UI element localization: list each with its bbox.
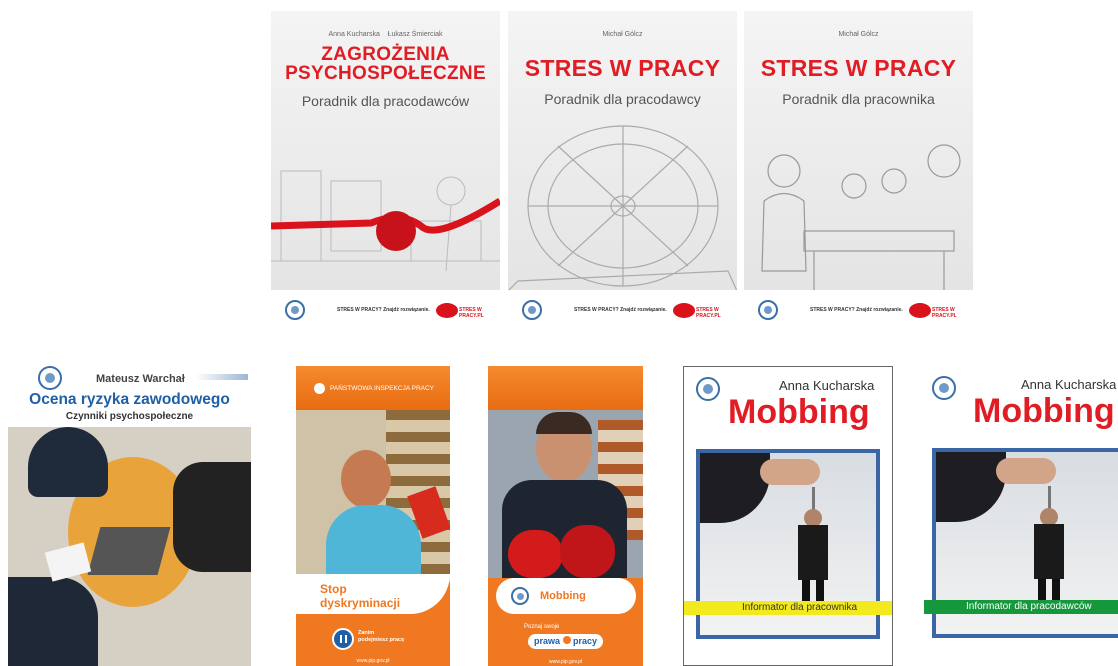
page: { "top_row": [ { "authors": ["Anna Kucha…	[0, 0, 1118, 666]
pip-logo-icon	[522, 300, 542, 320]
footer-badge: STRES W PRACY.PL	[696, 307, 721, 319]
cover-author: Anna Kucharska	[1021, 377, 1117, 392]
leaflet-url: www.pip.gov.pl	[356, 658, 390, 664]
footer-text: STRES W PRACY? Znajdź rozwiązanie.	[337, 307, 430, 313]
hamster-wheel-sketch	[508, 125, 737, 291]
info-band-text: Informator dla pracodawców	[966, 601, 1092, 612]
footer-badge: STRES W PRACY.PL	[459, 307, 484, 319]
pip-logo-icon	[696, 377, 720, 401]
cover-zagrozenia[interactable]: Anna Kucharska Łukasz Śmierciak ZAGROŻEN…	[271, 11, 500, 330]
rope-knot	[376, 211, 416, 251]
leaflet-tag-big: prawa pracy	[528, 634, 604, 649]
cover-subtitle: Czynniki psychospołeczne	[65, 411, 194, 422]
cover-title: ZAGROŻENIA PSYCHOSPOŁECZNE	[285, 44, 486, 84]
woman-photo	[296, 410, 450, 582]
header-stripe	[196, 374, 248, 380]
cover-authors: Michał Gólcz	[838, 31, 879, 38]
cover-subtitle: Poradnik dla pracownika	[782, 91, 935, 107]
leaflet-note: Zanim podejmiesz pracę	[358, 630, 405, 643]
cover-ocena-ryzyka[interactable]: Mateusz Warchał Ocena ryzyka zawodowego …	[8, 366, 251, 666]
leaflet-title: Mobbing	[540, 590, 586, 602]
cover-author: Mateusz Warchał	[96, 373, 185, 385]
pip-logo-icon	[285, 300, 305, 320]
footer-text: STRES W PRACY? Znajdź rozwiązanie.	[810, 307, 903, 313]
sketch-illustration	[271, 170, 500, 272]
cover-title: Ocena ryzyka zawodowego	[29, 391, 230, 408]
cover-title: STRES W PRACY	[524, 55, 721, 81]
cover-title: STRES W PRACY	[760, 55, 957, 81]
info-band-text: Informator dla pracownika	[742, 602, 858, 613]
cover-footer: STRES W PRACY? Znajdź rozwiązanie. STRES…	[508, 290, 737, 330]
cover-title: Mobbing	[728, 393, 870, 431]
cover-footer: STRES W PRACY? Znajdź rozwiązanie. STRES…	[271, 290, 500, 330]
pip-logo-icon	[314, 383, 325, 394]
leaflet-header: PAŃSTWOWA INSPEKCJA PRACY	[330, 385, 435, 392]
footer-text: STRES W PRACY? Znajdź rozwiązanie.	[574, 307, 667, 313]
cover-stres-pracodawcy[interactable]: Michał Gólcz STRES W PRACY Poradnik dla …	[508, 11, 737, 330]
cover-mobbing-pracodawcow[interactable]: Anna Kucharska Mobbing Informator dla pr…	[924, 366, 1118, 666]
leaflet-url: www.pip.gov.pl	[549, 659, 582, 665]
stres-badge-icon	[436, 303, 458, 318]
cover-title: Mobbing	[973, 392, 1115, 430]
cover-author: Anna Kucharska	[779, 378, 875, 393]
pip-logo-icon	[932, 376, 956, 400]
meeting-photo	[8, 427, 251, 666]
cover-stres-pracownika[interactable]: Michał Gólcz STRES W PRACY Poradnik dla …	[744, 11, 973, 330]
cover-authors: Michał Gólcz	[602, 31, 643, 38]
leaflet-stop-dyskryminacji[interactable]: PAŃSTWOWA INSPEKCJA PRACY Stop dyskrymin…	[296, 366, 450, 666]
stres-badge-icon	[909, 303, 931, 318]
pip-logo-icon	[38, 366, 62, 390]
pause-icon	[332, 628, 354, 650]
office-people-sketch	[761, 144, 961, 291]
leaflet-mobbing[interactable]: Mobbing Poznaj swoje prawa pracy www.pip…	[488, 366, 643, 666]
pip-logo-icon	[758, 300, 778, 320]
pip-logo-icon	[511, 587, 529, 605]
leaflet-title: Stop dyskryminacji	[320, 582, 401, 610]
stres-badge-icon	[673, 303, 695, 318]
cover-authors: Anna Kucharska Łukasz Śmierciak	[328, 31, 443, 38]
cover-subtitle: Poradnik dla pracodawców	[301, 93, 470, 109]
cover-footer: STRES W PRACY? Znajdź rozwiązanie. STRES…	[744, 290, 973, 330]
cover-subtitle: Poradnik dla pracodawcy	[544, 91, 701, 107]
man-boxing-photo	[488, 410, 643, 578]
footer-badge: STRES W PRACY.PL	[932, 307, 957, 319]
cover-mobbing-pracownika[interactable]: Anna Kucharska Mobbing Informator dla pr…	[683, 366, 893, 666]
leaflet-tag-small: Poznaj swoje	[524, 624, 560, 630]
